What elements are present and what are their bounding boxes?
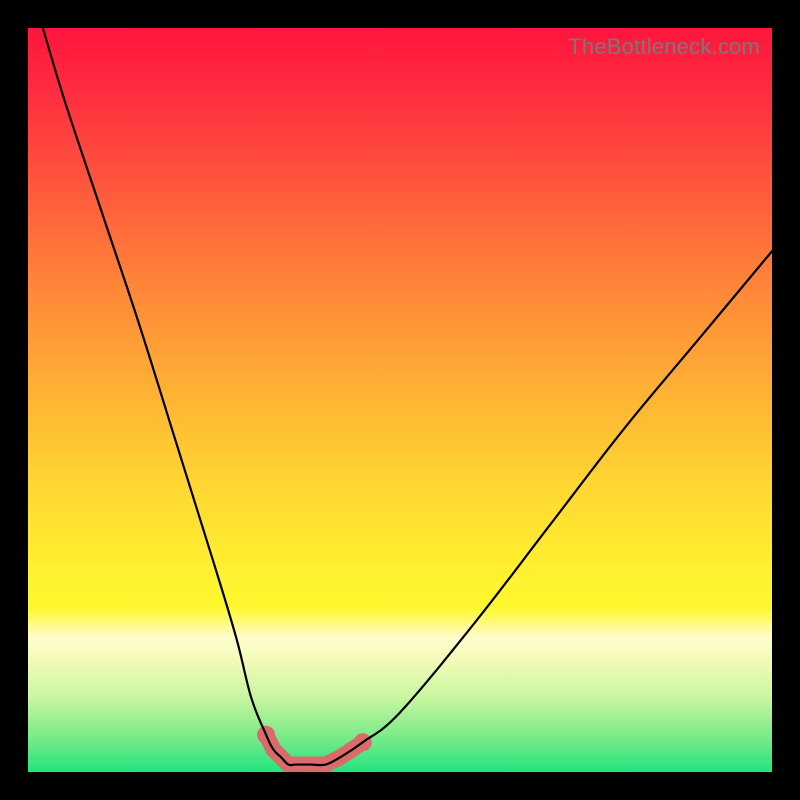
bottleneck-curve-svg <box>28 28 772 772</box>
chart-frame: TheBottleneck.com <box>0 0 800 800</box>
bottleneck-curve <box>43 28 772 765</box>
plot-area: TheBottleneck.com <box>28 28 772 772</box>
optimal-range-marker <box>257 726 372 765</box>
